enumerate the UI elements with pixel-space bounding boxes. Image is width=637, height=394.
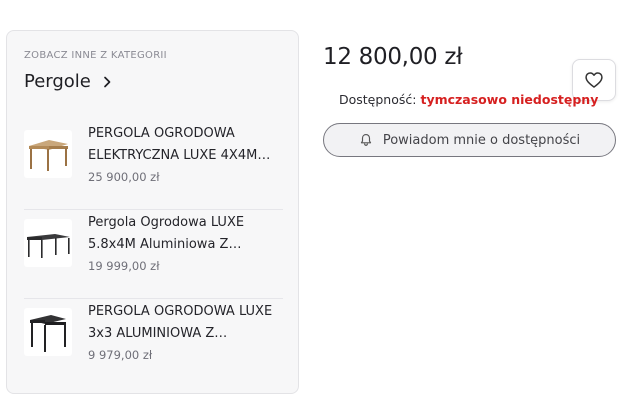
availability-label: Dostępność:	[339, 92, 417, 107]
product-name[interactable]: Pergola Ogrodowa LUXE 5.8x4M Aluminiowa …	[88, 212, 280, 256]
list-item[interactable]: PERGOLA OGRODOWA LUXE 3x3 ALUMINIOWA Z… …	[24, 299, 283, 388]
related-products-list: PERGOLA OGRODOWA ELEKTRYCZNA LUXE 4X4M… …	[24, 121, 283, 388]
product-price-main: 12 800,00 zł	[323, 44, 463, 70]
product-price: 19 999,00 zł	[88, 259, 160, 273]
pergola-wood-icon	[29, 140, 68, 171]
availability-status: tymczasowo niedostępny	[420, 92, 599, 107]
notify-availability-button[interactable]: Powiadom mnie o dostępności	[323, 123, 616, 157]
product-name[interactable]: PERGOLA OGRODOWA LUXE 3x3 ALUMINIOWA Z…	[88, 301, 280, 345]
bell-icon	[360, 134, 371, 146]
product-thumbnail[interactable]	[24, 219, 72, 267]
availability-info: Dostępność: tymczasowo niedostępny	[339, 92, 598, 107]
list-item[interactable]: PERGOLA OGRODOWA ELEKTRYCZNA LUXE 4X4M… …	[24, 121, 283, 210]
heart-icon	[585, 72, 603, 88]
product-thumbnail[interactable]	[24, 130, 72, 178]
product-price: 25 900,00 zł	[88, 170, 160, 184]
related-products-sidebar: ZOBACZ INNE Z KATEGORII Pergole PERGOLA …	[6, 30, 299, 394]
product-thumbnail[interactable]	[24, 308, 72, 356]
sidebar-kicker: ZOBACZ INNE Z KATEGORII	[24, 50, 167, 61]
product-name[interactable]: PERGOLA OGRODOWA ELEKTRYCZNA LUXE 4X4M…	[88, 123, 280, 167]
category-link[interactable]: Pergole	[24, 71, 114, 92]
notify-button-label: Powiadom mnie o dostępności	[382, 132, 581, 148]
category-link-label: Pergole	[24, 71, 91, 92]
pergola-wide-icon	[27, 234, 70, 258]
pergola-dark-icon	[30, 315, 66, 352]
chevron-right-icon	[104, 76, 111, 87]
product-price: 9 979,00 zł	[88, 348, 153, 362]
list-item[interactable]: Pergola Ogrodowa LUXE 5.8x4M Aluminiowa …	[24, 210, 283, 299]
